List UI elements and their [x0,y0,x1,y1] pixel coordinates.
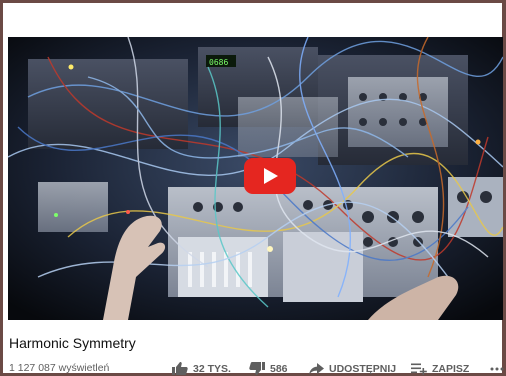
video-meta-bar: 1 127 087 wyświetleń 32 TYS. 586 UDOSTĘP… [0,361,506,376]
video-player[interactable]: 0686 [8,37,503,320]
save-label: ZAPISZ [432,362,470,375]
view-count: 1 127 087 wyświetleń [9,362,110,374]
save-button[interactable]: ZAPISZ [411,361,469,376]
thumbs-down-icon [249,362,265,375]
video-title: Harmonic Symmetry [9,335,136,351]
like-button[interactable]: 32 TYS. [172,361,231,376]
thumbs-up-icon [172,362,188,375]
module-display-readout: 0686 [209,58,228,67]
play-button[interactable] [244,158,296,194]
more-icon [490,367,504,370]
playlist-add-icon [411,363,427,375]
dislike-button[interactable]: 586 [249,361,288,376]
more-actions-button[interactable] [490,361,506,376]
share-arrow-icon [309,362,324,375]
like-count: 32 TYS. [193,362,231,375]
share-button[interactable]: UDOSTĘPNIJ [309,361,396,376]
play-icon [244,158,296,194]
dislike-count: 586 [270,362,288,375]
share-label: UDOSTĘPNIJ [329,362,397,375]
